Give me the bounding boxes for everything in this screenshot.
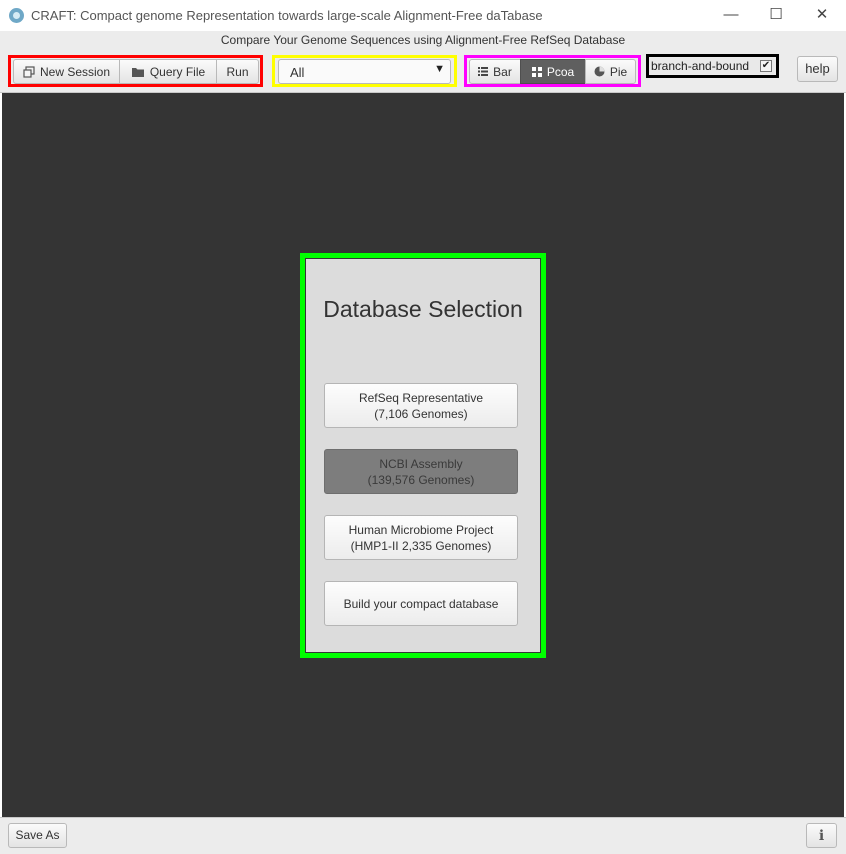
- run-label: Run: [226, 64, 249, 79]
- bar-view-label: Bar: [493, 64, 512, 79]
- minimize-button[interactable]: —: [709, 3, 753, 27]
- ncbi-assembly-button[interactable]: NCBI Assembly (139,576 Genomes): [324, 449, 518, 494]
- build-line1: Build your compact database: [343, 596, 499, 611]
- run-button[interactable]: Run: [216, 59, 259, 84]
- pie-chart-icon: [594, 66, 605, 77]
- status-bar: Save As ℹ: [0, 817, 846, 854]
- query-file-label: Query File: [149, 64, 206, 79]
- bar-view-toggle[interactable]: Bar: [469, 59, 521, 84]
- database-selection-title: Database Selection: [323, 296, 523, 322]
- pie-view-toggle[interactable]: Pie: [585, 59, 636, 84]
- ncbi-line2: (139,576 Genomes): [367, 472, 475, 487]
- pcoa-view-toggle[interactable]: Pcoa: [520, 59, 586, 84]
- filter-select[interactable]: All ▼: [278, 59, 451, 84]
- branch-and-bound-toggle[interactable]: branch-and-bound ✔: [650, 58, 774, 74]
- branch-and-bound-label: branch-and-bound: [651, 59, 750, 73]
- ncbi-line1: NCBI Assembly: [379, 456, 463, 471]
- grid-icon: [531, 66, 542, 77]
- page-subtitle: Compare Your Genome Sequences using Alig…: [220, 33, 626, 47]
- query-file-button[interactable]: Query File: [119, 59, 217, 84]
- info-icon: ℹ: [818, 827, 825, 843]
- list-icon: [478, 67, 489, 76]
- branch-and-bound-checkbox[interactable]: ✔: [760, 60, 772, 72]
- title-bar: CRAFT: Compact genome Representation tow…: [0, 0, 846, 31]
- help-button[interactable]: help: [797, 56, 838, 82]
- maximize-button[interactable]: ☐: [754, 3, 798, 27]
- human-microbiome-project-button[interactable]: Human Microbiome Project (HMP1-II 2,335 …: [324, 515, 518, 560]
- refseq-line1: RefSeq Representative: [358, 390, 484, 405]
- pie-view-label: Pie: [609, 64, 628, 79]
- pcoa-view-label: Pcoa: [546, 64, 575, 79]
- database-selection-panel: Database Selection RefSeq Representative…: [306, 259, 540, 652]
- window-title: CRAFT: Compact genome Representation tow…: [31, 8, 543, 23]
- refseq-line2: (7,106 Genomes): [374, 406, 468, 421]
- build-compact-database-button[interactable]: Build your compact database: [324, 581, 518, 626]
- filter-select-value: All: [290, 65, 305, 80]
- refseq-representative-button[interactable]: RefSeq Representative (7,106 Genomes): [324, 383, 518, 428]
- hmp-line1: Human Microbiome Project: [348, 522, 494, 537]
- save-as-button[interactable]: Save As: [8, 823, 67, 848]
- new-session-button[interactable]: New Session: [13, 59, 120, 84]
- hmp-line2: (HMP1-II 2,335 Genomes): [350, 538, 492, 553]
- new-session-label: New Session: [39, 64, 111, 79]
- info-button[interactable]: ℹ: [806, 823, 837, 848]
- new-window-icon: [23, 65, 35, 78]
- folder-icon: [131, 67, 144, 77]
- chevron-down-icon: ▼: [434, 63, 445, 75]
- close-button[interactable]: ✕: [800, 3, 844, 27]
- app-logo-icon: [9, 8, 24, 23]
